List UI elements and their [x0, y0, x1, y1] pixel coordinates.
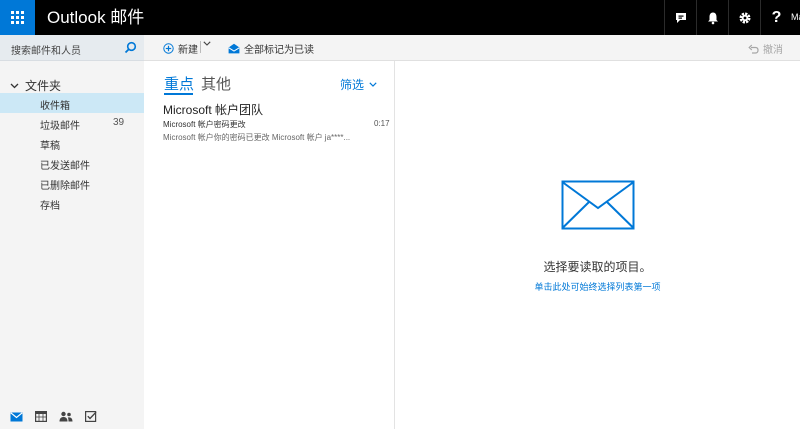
mail-icon [9, 411, 23, 421]
settings-button[interactable] [728, 0, 760, 35]
message-subject: Microsoft 帐户密码更改 [163, 120, 246, 129]
add-circle-icon [163, 43, 174, 54]
new-button[interactable]: 新建 [163, 41, 198, 56]
search-icon[interactable] [124, 41, 137, 54]
message-time: 0:17 [374, 119, 390, 128]
search-placeholder: 搜索邮件和人员 [11, 46, 81, 57]
message-sender: Microsoft 帐户团队 [163, 103, 264, 117]
filter-label: 筛选 [340, 78, 365, 92]
chat-icon [675, 12, 686, 23]
tasks-module-button[interactable] [82, 408, 100, 426]
divider [200, 41, 201, 53]
empty-state-title: 选择要读取的项目。 [543, 260, 652, 274]
folder-label: 草稿 [40, 141, 60, 152]
reading-pane: 选择要读取的项目。 单击此处可始终选择列表第一项 [395, 61, 800, 429]
undo-button[interactable]: 撤消 [748, 41, 783, 56]
folder-item-deleted[interactable]: 已删除邮件 [0, 173, 144, 193]
left-nav: 搜索邮件和人员 文件夹 收件箱 垃圾邮件 39 草稿 已发送邮件 已删除邮件 存… [0, 35, 144, 429]
new-dropdown-button[interactable] [203, 41, 215, 46]
app-title: Outlook 邮件 [47, 8, 145, 27]
tab-focused[interactable]: 重点 [164, 73, 194, 94]
undo-label: 撤消 [763, 45, 783, 56]
help-button[interactable]: ? [760, 0, 792, 35]
new-button-label: 新建 [178, 45, 198, 56]
mark-all-read-label: 全部标记为已读 [244, 45, 314, 56]
envelope-open-icon [228, 43, 240, 54]
module-switcher [0, 404, 144, 429]
calendar-icon [35, 411, 47, 422]
search-input[interactable]: 搜索邮件和人员 [0, 35, 144, 61]
always-select-first-link[interactable]: 单击此处可始终选择列表第一项 [395, 280, 800, 293]
folder-item-archive[interactable]: 存档 [0, 193, 144, 213]
folder-label: 已删除邮件 [40, 181, 90, 192]
folder-label: 已发送邮件 [40, 161, 90, 172]
message-list: 重点 其他 筛选 Microsoft 帐户团队 Microsoft 帐户密码更改… [144, 61, 395, 429]
command-bar: 新建 全部标记为已读 撤消 [144, 35, 800, 61]
tasks-icon [85, 411, 97, 422]
chevron-down-icon [203, 41, 211, 46]
bell-icon [707, 12, 718, 24]
mail-module-button[interactable] [7, 408, 25, 426]
tab-other[interactable]: 其他 [201, 73, 231, 94]
notifications-button[interactable] [696, 0, 728, 35]
chevron-down-icon [369, 82, 377, 87]
folders-header-label: 文件夹 [25, 79, 62, 93]
people-icon [59, 411, 73, 422]
folder-label: 存档 [40, 201, 60, 212]
calendar-module-button[interactable] [32, 408, 50, 426]
message-preview: Microsoft 帐户你的密码已更改 Microsoft 帐户 ja****.… [163, 133, 351, 142]
folder-item-sent[interactable]: 已发送邮件 [0, 153, 144, 173]
filter-button[interactable]: 筛选 [340, 76, 377, 93]
people-module-button[interactable] [57, 408, 75, 426]
folder-item-drafts[interactable]: 草稿 [0, 133, 144, 153]
folder-label: 垃圾邮件 [40, 121, 80, 132]
app-launcher-button[interactable] [0, 0, 35, 35]
envelope-icon [561, 180, 635, 230]
tab-active-indicator [164, 93, 193, 95]
folder-label: 收件箱 [40, 101, 70, 112]
help-icon: ? [771, 8, 782, 26]
folder-item-junk[interactable]: 垃圾邮件 39 [0, 113, 144, 133]
top-bar: Outlook 邮件 ? Ma [0, 0, 800, 35]
chevron-down-icon [10, 83, 19, 88]
user-name[interactable]: Ma [791, 12, 800, 22]
folders-header[interactable]: 文件夹 [10, 77, 61, 94]
waffle-icon [11, 11, 24, 24]
gear-icon [739, 12, 750, 23]
mark-all-read-button[interactable]: 全部标记为已读 [228, 41, 314, 56]
list-item[interactable]: Microsoft 帐户团队 Microsoft 帐户密码更改 0:17 Mic… [144, 99, 394, 147]
chat-button[interactable] [664, 0, 696, 35]
unread-count: 39 [113, 117, 125, 128]
undo-icon [748, 44, 759, 54]
folder-item-inbox[interactable]: 收件箱 [0, 93, 144, 113]
